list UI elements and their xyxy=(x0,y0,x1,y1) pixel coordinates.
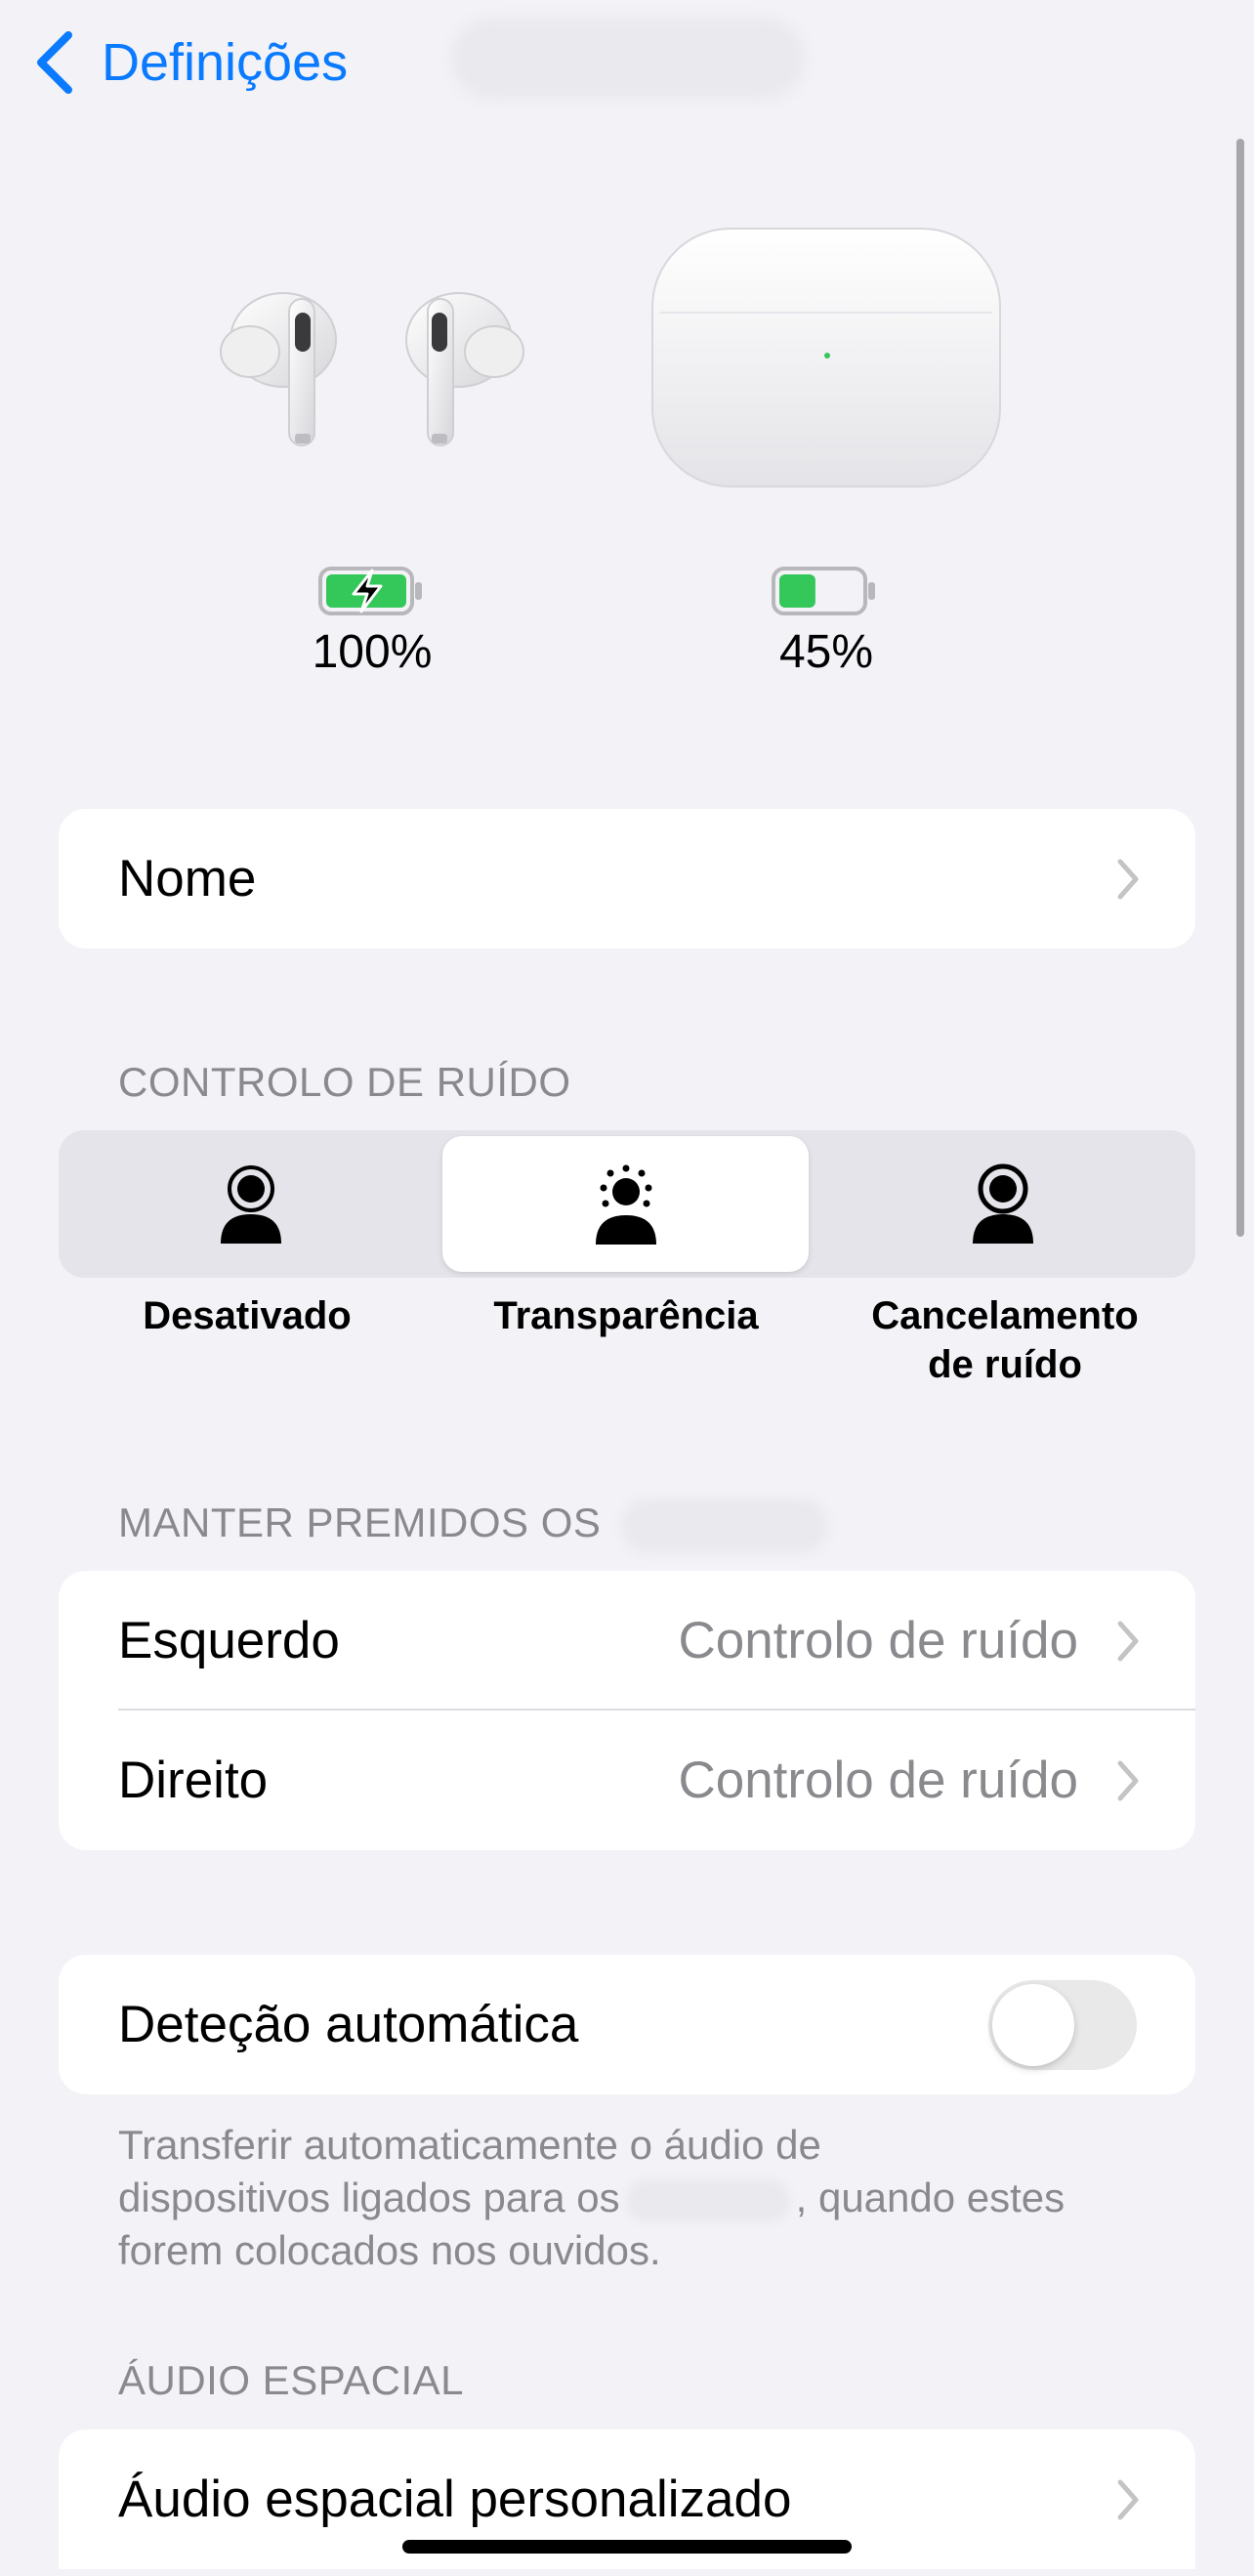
noise-option-off-label: Desativado xyxy=(143,1294,352,1337)
redacted-title xyxy=(451,18,805,100)
person-transparency-icon xyxy=(595,1164,656,1245)
press-hold-header: MANTER PREMIDOS OS xyxy=(118,1499,828,1553)
auto-detect-card: Deteção automática xyxy=(59,1955,1195,2094)
chevron-left-icon xyxy=(37,31,72,94)
buds-battery-label: 100% xyxy=(312,626,433,678)
auto-detect-toggle[interactable] xyxy=(988,1980,1137,2070)
chevron-right-icon xyxy=(1117,859,1139,899)
redacted-device-name-inline xyxy=(625,2178,790,2222)
right-row-label: Direito xyxy=(118,1752,269,1809)
right-row-value: Controlo de ruído xyxy=(678,1752,1078,1809)
noise-control-header: CONTROLO DE RUÍDO xyxy=(118,1059,571,1105)
case-image xyxy=(651,228,1001,487)
press-hold-card: Esquerdo Controlo de ruído Direito Contr… xyxy=(59,1571,1195,1850)
case-battery-icon xyxy=(772,567,875,615)
home-indicator xyxy=(402,2540,852,2554)
auto-detect-row: Deteção automática xyxy=(59,1955,1195,2094)
redacted-device-name xyxy=(620,1499,828,1553)
back-label: Definições xyxy=(102,33,349,92)
buds-battery-icon xyxy=(318,567,422,615)
noise-control-segmented xyxy=(59,1130,1195,1278)
name-row[interactable]: Nome xyxy=(59,809,1195,949)
auto-detect-label: Deteção automática xyxy=(118,1996,579,2053)
auto-detect-footer: Transferir automaticamente o áudio de di… xyxy=(118,2122,1066,2273)
scrollbar[interactable] xyxy=(1236,139,1244,1237)
noise-option-transparency[interactable] xyxy=(442,1136,809,1272)
left-row-value: Controlo de ruído xyxy=(678,1612,1078,1669)
person-off-icon xyxy=(221,1164,281,1244)
case-battery-label: 45% xyxy=(778,626,874,678)
chevron-right-icon xyxy=(1117,1760,1139,1800)
chevron-right-icon xyxy=(1117,2479,1139,2519)
left-row-label: Esquerdo xyxy=(118,1612,340,1669)
name-row-label: Nome xyxy=(118,850,257,908)
personalized-spatial-audio-label: Áudio espacial personalizado xyxy=(118,2470,792,2528)
noise-option-off[interactable] xyxy=(64,1136,438,1272)
name-card: Nome xyxy=(59,809,1195,949)
back-button[interactable]: Definições xyxy=(33,27,348,98)
earbuds-image xyxy=(220,292,524,446)
press-hold-right-row[interactable]: Direito Controlo de ruído xyxy=(59,1710,1195,1850)
noise-option-cancellation-label: Cancelamento de ruído xyxy=(871,1294,1139,1386)
noise-option-transparency-label: Transparência xyxy=(493,1294,759,1337)
toggle-knob xyxy=(992,1984,1074,2066)
noise-option-cancellation[interactable] xyxy=(816,1136,1190,1272)
spatial-audio-header: ÁUDIO ESPACIAL xyxy=(118,2357,464,2403)
person-noise-cancel-icon xyxy=(973,1163,1033,1244)
case-status-light xyxy=(824,353,830,359)
press-hold-left-row[interactable]: Esquerdo Controlo de ruído xyxy=(59,1571,1195,1710)
chevron-right-icon xyxy=(1117,1621,1139,1661)
